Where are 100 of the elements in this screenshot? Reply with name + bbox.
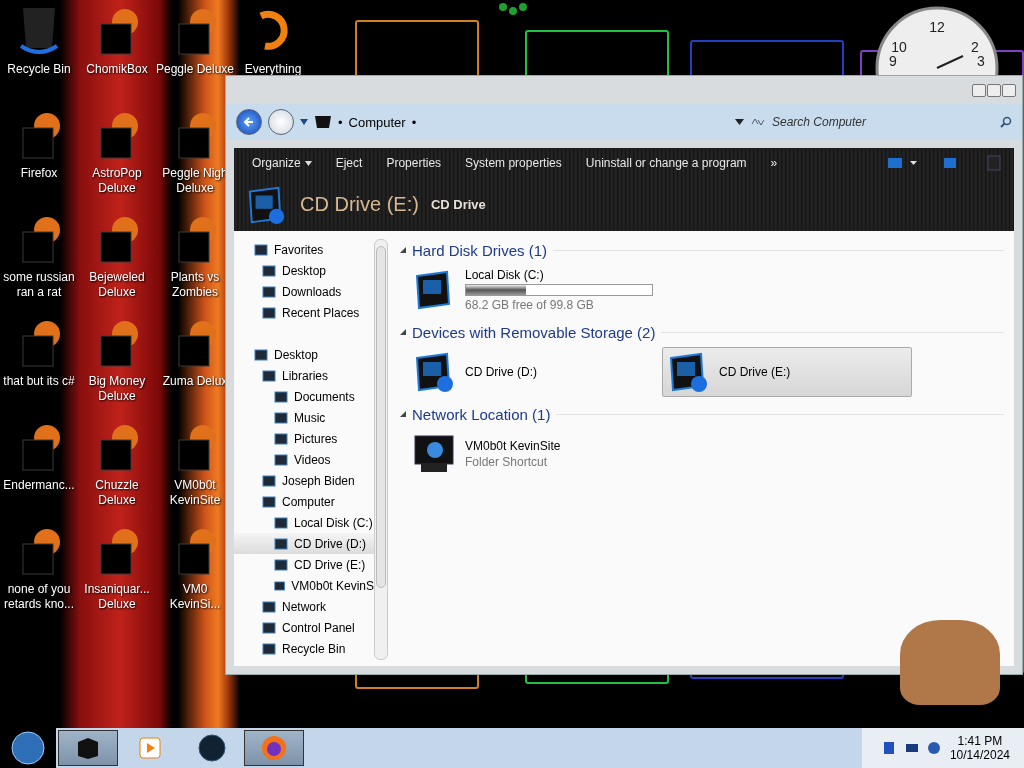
desktop-icon-label[interactable]: Recycle Bin bbox=[7, 62, 71, 77]
drive-detail: 68.2 GB free of 99.8 GB bbox=[465, 298, 595, 312]
group-header[interactable]: Devices with Removable Storage (2) bbox=[412, 323, 656, 341]
folder-icon bbox=[254, 242, 268, 257]
drive-name: CD Drive (D:) bbox=[465, 365, 537, 379]
nav-item[interactable]: CD Drive (D:) bbox=[234, 533, 374, 554]
folder-icon bbox=[262, 641, 276, 656]
view-icon[interactable] bbox=[888, 157, 918, 169]
folder-icon bbox=[262, 368, 276, 383]
folder-icon bbox=[274, 578, 286, 593]
group-header[interactable]: Hard Disk Drives (1) bbox=[412, 241, 547, 259]
nav-item[interactable]: Network bbox=[234, 596, 374, 617]
drive-detail: Folder Shortcut bbox=[465, 455, 549, 469]
maximize-button[interactable] bbox=[987, 83, 1001, 97]
clock-date[interactable]: 10/14/2024 bbox=[949, 748, 1010, 762]
nav-item[interactable]: Recycle Bin bbox=[234, 638, 374, 659]
drive-name: CD Drive (E:) bbox=[719, 365, 791, 379]
close-button[interactable] bbox=[1002, 83, 1016, 97]
desktop-icon-label[interactable]: that but its c# bbox=[3, 374, 75, 389]
toolbar-button[interactable]: Uninstall or change a program bbox=[575, 150, 757, 176]
breadcrumb-separator: • bbox=[338, 114, 343, 130]
nav-item[interactable]: Control Panel bbox=[234, 617, 374, 638]
nav-item[interactable]: Libraries bbox=[234, 365, 374, 386]
box-icon bbox=[75, 736, 101, 760]
folder-icon bbox=[274, 557, 288, 572]
desktop-icon-label[interactable]: Big Money Deluxe bbox=[88, 374, 146, 404]
nav-item[interactable]: Pictures bbox=[234, 428, 374, 449]
group-header[interactable]: Network Location (1) bbox=[412, 405, 551, 423]
desktop-icon-label[interactable]: Endermanc... bbox=[3, 478, 75, 493]
globe-icon bbox=[198, 734, 226, 762]
taskbar-button[interactable] bbox=[244, 730, 304, 766]
desktop-icon-label[interactable]: Bejeweled Deluxe bbox=[89, 270, 145, 300]
desktop-icon-label[interactable]: Firefox bbox=[20, 166, 58, 181]
header-subtitle: CD Drive bbox=[430, 197, 486, 212]
header-title: CD Drive (E:) bbox=[300, 193, 419, 216]
taskbar-button[interactable] bbox=[58, 730, 118, 766]
start-button[interactable] bbox=[0, 728, 56, 768]
forward-button[interactable] bbox=[268, 109, 294, 135]
desktop-icon-label[interactable]: some russian ran a rat bbox=[3, 270, 75, 300]
minimize-button[interactable] bbox=[972, 83, 986, 97]
nav-item[interactable]: Music bbox=[234, 407, 374, 428]
folder-icon bbox=[262, 473, 276, 488]
drive-name: Local Disk (C:) bbox=[465, 268, 545, 282]
folder-icon bbox=[262, 494, 276, 509]
clock-time[interactable]: 1:41 PM bbox=[957, 734, 1003, 748]
back-button[interactable] bbox=[236, 109, 262, 135]
folder-icon bbox=[274, 536, 288, 551]
dropdown-icon[interactable] bbox=[735, 119, 744, 125]
search-field[interactable]: Search Computer bbox=[770, 110, 994, 134]
nav-item[interactable]: Videos bbox=[234, 449, 374, 470]
desktop-icon-label[interactable]: Insaniquar... Deluxe bbox=[84, 582, 150, 612]
desktop-icon-label[interactable]: Peggle Deluxe bbox=[155, 62, 235, 77]
dropdown-icon[interactable] bbox=[300, 119, 308, 125]
breadcrumb-item[interactable]: Computer bbox=[348, 114, 406, 130]
nav-item[interactable]: VM0b0t KevinS bbox=[234, 575, 374, 596]
desktop-icon-label[interactable]: VM0b0t KevinSite bbox=[169, 478, 221, 508]
drive-tile[interactable]: CD Drive (E:) bbox=[662, 347, 912, 397]
scrollbar[interactable] bbox=[374, 239, 388, 660]
trash-can-icon[interactable] bbox=[17, 6, 61, 56]
desktop-icon-label[interactable]: Everything bbox=[244, 62, 302, 77]
toolbar-button[interactable]: System properties bbox=[455, 150, 572, 176]
back-arrow-icon bbox=[243, 116, 255, 128]
tray-icons-drawing bbox=[881, 740, 942, 756]
nav-item[interactable]: Recent Places bbox=[234, 302, 374, 323]
nav-item[interactable]: Computer bbox=[234, 491, 374, 512]
drive-tile[interactable]: VM0b0t KevinSite Folder Shortcut bbox=[408, 429, 658, 479]
nav-item[interactable]: Documents bbox=[234, 386, 374, 407]
drive-tile[interactable]: Local Disk (C:) 68.2 GB free of 99.8 GB bbox=[408, 265, 658, 315]
desktop-icon-label[interactable]: AstroPop Deluxe bbox=[92, 166, 142, 196]
search-icon[interactable] bbox=[1000, 116, 1012, 128]
gadget-drawing bbox=[498, 2, 528, 16]
collapse-icon[interactable] bbox=[400, 247, 406, 253]
nav-item[interactable]: CD Drive (E:) bbox=[234, 554, 374, 575]
desktop-icon-label[interactable]: Chuzzle Deluxe bbox=[95, 478, 139, 508]
folder-icon bbox=[262, 305, 276, 320]
folder-icon bbox=[274, 410, 288, 425]
desktop-icon-label[interactable]: Zuma Delux bbox=[162, 374, 228, 389]
caret-icon bbox=[304, 160, 312, 166]
toolbar-button[interactable]: Organize bbox=[242, 150, 322, 176]
desktop-icon-label[interactable]: none of you retards kno... bbox=[4, 582, 74, 612]
desktop-icon-label[interactable]: ChomikBox bbox=[86, 62, 148, 77]
collapse-icon[interactable] bbox=[400, 411, 406, 417]
toolbar-button[interactable]: Properties bbox=[376, 150, 452, 176]
toolbar-button[interactable]: » bbox=[760, 150, 788, 176]
nav-item[interactable]: Desktop bbox=[234, 260, 374, 281]
nav-item[interactable]: Joseph Biden bbox=[234, 470, 374, 491]
desktop-icon-label[interactable]: Plants vs Zombies bbox=[170, 270, 220, 300]
firefox-icon bbox=[260, 734, 288, 762]
nav-item[interactable]: Local Disk (C:) bbox=[234, 512, 374, 533]
desktop-icon-label[interactable]: VM0 KevinSi... bbox=[169, 582, 221, 612]
collapse-icon[interactable] bbox=[400, 329, 406, 335]
folder-icon bbox=[274, 515, 288, 530]
folder-icon bbox=[254, 347, 268, 362]
nav-item[interactable]: Favorites bbox=[234, 239, 374, 260]
toolbar-button[interactable]: Eject bbox=[325, 150, 373, 176]
folder-icon bbox=[262, 263, 276, 278]
drive-tile[interactable]: CD Drive (D:) bbox=[408, 347, 658, 397]
folder-icon bbox=[262, 599, 276, 614]
nav-item[interactable]: Desktop bbox=[234, 344, 374, 365]
nav-item[interactable]: Downloads bbox=[234, 281, 374, 302]
